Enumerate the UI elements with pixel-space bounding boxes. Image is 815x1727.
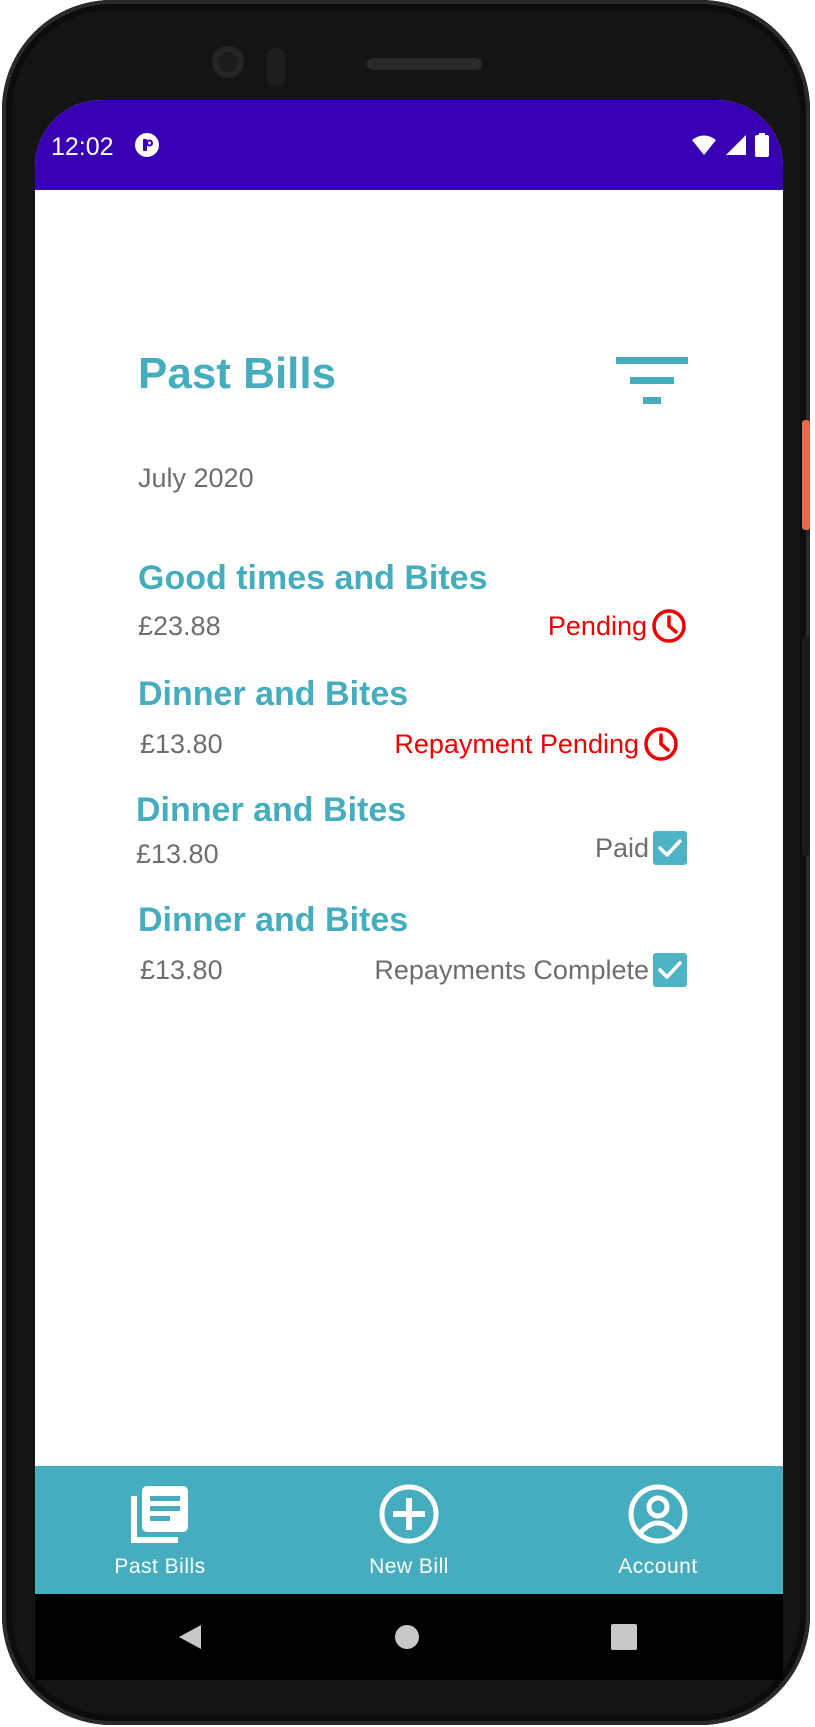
- back-icon[interactable]: [177, 1623, 203, 1651]
- nav-item-account[interactable]: Account: [558, 1466, 758, 1594]
- home-icon[interactable]: [394, 1624, 420, 1650]
- nav-item-past-bills[interactable]: Past Bills: [60, 1466, 260, 1594]
- battery-icon: [755, 133, 769, 157]
- status-label: Paid: [594, 832, 649, 863]
- bill-status: Repayment Pending: [394, 726, 679, 762]
- clock-icon: [652, 609, 686, 643]
- bottom-navigation: Past Bills New Bill Account: [35, 1466, 783, 1594]
- wifi-icon: [692, 135, 716, 155]
- bill-list-item[interactable]: Dinner and Bites £13.80 Repayments Compl…: [35, 901, 783, 1011]
- bill-amount: £13.80: [140, 955, 223, 985]
- page-title: Past Bills: [138, 349, 337, 398]
- bill-amount: £23.88: [138, 611, 221, 641]
- account-circle-icon: [628, 1484, 688, 1544]
- bill-status: Repayments Complete: [374, 953, 687, 987]
- screen: 12:02 Past Bills July 2020 Good times an…: [35, 100, 783, 1680]
- status-time: 12:02: [51, 133, 114, 161]
- proximity-sensor: [267, 48, 285, 86]
- system-navigation-bar: [35, 1594, 783, 1680]
- nav-label: New Bill: [369, 1555, 449, 1578]
- cell-signal-icon: [726, 135, 746, 155]
- nav-label: Account: [618, 1555, 698, 1578]
- side-button-orange: [802, 420, 810, 530]
- side-button-volume: [802, 636, 810, 856]
- status-label: Repayments Complete: [374, 954, 649, 985]
- clock-icon: [644, 727, 678, 761]
- nav-label: Past Bills: [114, 1555, 206, 1578]
- bill-list-item[interactable]: Dinner and Bites £13.80 Repayment Pendin…: [35, 675, 783, 785]
- bill-name: Dinner and Bites: [138, 901, 409, 939]
- earpiece-speaker: [367, 58, 482, 70]
- bill-status: Pending: [548, 608, 687, 644]
- checkbox-checked-icon: [653, 831, 687, 865]
- status-bar: 12:02: [35, 100, 783, 190]
- bill-amount: £13.80: [136, 839, 219, 869]
- recents-icon[interactable]: [611, 1624, 637, 1650]
- bill-amount: £13.80: [140, 729, 223, 759]
- month-header: July 2020: [138, 463, 254, 493]
- status-label: Repayment Pending: [394, 728, 639, 759]
- bill-name: Good times and Bites: [138, 559, 488, 597]
- bill-name: Dinner and Bites: [138, 675, 409, 713]
- nav-item-new-bill[interactable]: New Bill: [309, 1466, 509, 1594]
- filter-icon[interactable]: [616, 357, 688, 407]
- phone-frame: 12:02 Past Bills July 2020 Good times an…: [2, 0, 810, 1725]
- bill-status: Paid: [595, 831, 687, 865]
- add-circle-icon: [379, 1484, 439, 1544]
- app-notification-icon: [135, 133, 159, 157]
- bill-list-item[interactable]: Dinner and Bites £13.80 Paid: [35, 791, 783, 901]
- front-camera: [212, 46, 244, 78]
- bill-list-item[interactable]: Good times and Bites £23.88 Pending: [35, 559, 783, 669]
- status-label: Pending: [547, 610, 647, 641]
- status-icons: [691, 132, 769, 158]
- bill-name: Dinner and Bites: [136, 791, 407, 829]
- past-bills-page: Past Bills July 2020 Good times and Bite…: [35, 190, 783, 1466]
- checkbox-checked-icon: [653, 953, 687, 987]
- receipt-list-icon: [131, 1486, 188, 1543]
